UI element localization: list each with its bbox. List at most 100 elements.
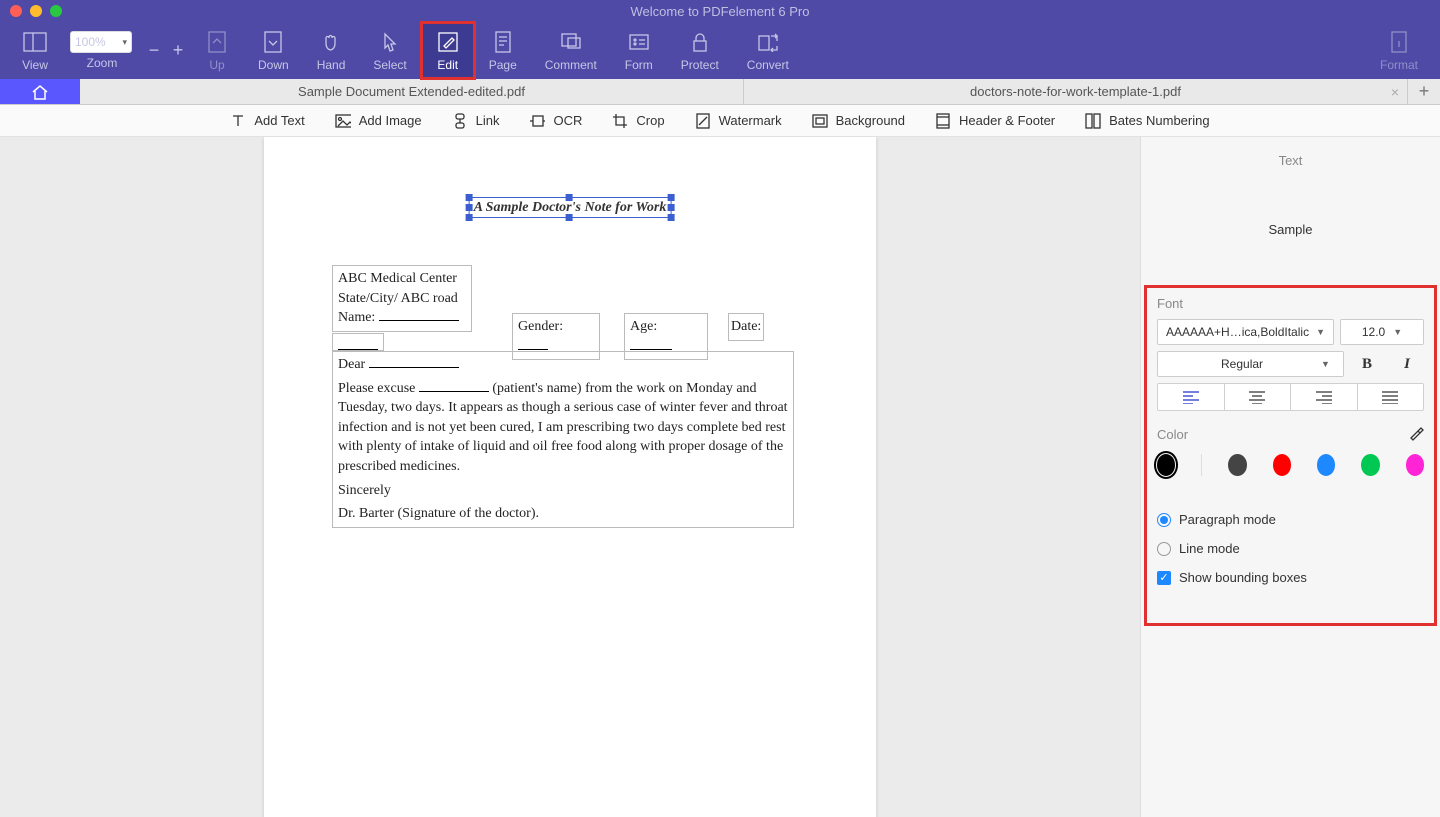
ocr-button[interactable]: OCR bbox=[529, 113, 582, 129]
chevron-down-icon bbox=[1249, 359, 1252, 369]
ocr-icon bbox=[529, 113, 545, 129]
zoom-out-button[interactable]: − bbox=[142, 40, 166, 61]
resize-handle[interactable] bbox=[466, 204, 473, 211]
font-section: Font AAAAAA+H…ica,BoldItalic ▼ 12.0 ▼ Re… bbox=[1144, 285, 1437, 626]
font-family-select[interactable]: AAAAAA+H…ica,BoldItalic ▼ bbox=[1157, 319, 1334, 345]
comment-button[interactable]: Comment bbox=[531, 22, 611, 79]
page-button[interactable]: Page bbox=[475, 22, 531, 79]
resize-handle[interactable] bbox=[667, 204, 674, 211]
bold-button[interactable]: B bbox=[1350, 351, 1384, 377]
color-swatch-blue[interactable] bbox=[1317, 454, 1335, 476]
text-block-body[interactable]: Dear Please excuse (patient's name) from… bbox=[332, 351, 794, 528]
info-icon bbox=[1386, 29, 1412, 55]
page-up-icon bbox=[204, 29, 230, 55]
color-swatch-grey[interactable] bbox=[1228, 454, 1246, 476]
hand-button[interactable]: Hand bbox=[303, 22, 360, 79]
italic-button[interactable]: I bbox=[1390, 351, 1424, 377]
font-weight-select[interactable]: Regular ▼ bbox=[1157, 351, 1344, 377]
color-label: Color bbox=[1157, 427, 1188, 442]
chevron-down-icon: ▾ bbox=[122, 37, 127, 48]
up-button[interactable]: Up bbox=[190, 22, 244, 79]
align-center-button[interactable] bbox=[1225, 384, 1292, 410]
convert-button[interactable]: Convert bbox=[733, 22, 803, 79]
edit-sub-toolbar: Add Text Add Image Link OCR Crop Waterma… bbox=[0, 105, 1440, 137]
form-icon bbox=[626, 29, 652, 55]
convert-icon bbox=[755, 29, 781, 55]
align-left-button[interactable] bbox=[1158, 384, 1225, 410]
lock-icon bbox=[687, 29, 713, 55]
crop-icon bbox=[612, 113, 628, 129]
resize-handle[interactable] bbox=[566, 214, 573, 221]
show-bboxes-checkbox[interactable]: ✓ Show bounding boxes bbox=[1157, 570, 1424, 585]
color-swatch-red[interactable] bbox=[1273, 454, 1291, 476]
view-button[interactable]: View bbox=[8, 22, 62, 79]
text-block-blank[interactable] bbox=[332, 333, 384, 351]
color-swatch-black[interactable] bbox=[1157, 454, 1175, 476]
font-size-select[interactable]: 12.0 ▼ bbox=[1340, 319, 1424, 345]
document-title: A Sample Doctor's Note for Work bbox=[474, 200, 667, 215]
tab-sample-document[interactable]: Sample Document Extended-edited.pdf bbox=[80, 79, 744, 104]
zoom-button[interactable]: 100% ▾ Zoom bbox=[62, 22, 142, 79]
home-icon bbox=[30, 83, 50, 101]
resize-handle[interactable] bbox=[466, 214, 473, 221]
background-button[interactable]: Background bbox=[812, 113, 905, 129]
hand-icon bbox=[318, 29, 344, 55]
workspace: A Sample Doctor's Note for Work ABC Medi… bbox=[0, 137, 1440, 817]
protect-button[interactable]: Protect bbox=[667, 22, 733, 79]
page-down-icon bbox=[260, 29, 286, 55]
paragraph-mode-radio[interactable]: Paragraph mode bbox=[1157, 512, 1424, 527]
text-block-header[interactable]: ABC Medical Center State/City/ ABC road … bbox=[332, 265, 472, 332]
zoom-in-button[interactable]: + bbox=[166, 40, 190, 61]
resize-handle[interactable] bbox=[667, 194, 674, 201]
chevron-down-icon: ▼ bbox=[1316, 327, 1325, 337]
watermark-icon bbox=[695, 113, 711, 129]
close-tab-icon[interactable]: × bbox=[1391, 84, 1399, 100]
eyedropper-icon[interactable] bbox=[1408, 425, 1424, 444]
form-button[interactable]: Form bbox=[611, 22, 667, 79]
chevron-down-icon: ▼ bbox=[1393, 327, 1402, 337]
document-canvas[interactable]: A Sample Doctor's Note for Work ABC Medi… bbox=[0, 137, 1140, 817]
select-button[interactable]: Select bbox=[359, 22, 420, 79]
edit-icon bbox=[435, 29, 461, 55]
link-button[interactable]: Link bbox=[452, 113, 500, 129]
main-toolbar: View 100% ▾ Zoom − + Up Down Hand Se bbox=[0, 22, 1440, 79]
add-image-button[interactable]: Add Image bbox=[335, 113, 422, 129]
comment-icon bbox=[558, 29, 584, 55]
zoom-select[interactable]: 100% ▾ bbox=[70, 31, 132, 53]
background-icon bbox=[812, 113, 828, 129]
header-footer-button[interactable]: Header & Footer bbox=[935, 113, 1055, 129]
watermark-button[interactable]: Watermark bbox=[695, 113, 782, 129]
titlebar: Welcome to PDFelement 6 Pro bbox=[0, 0, 1440, 22]
checkbox-icon: ✓ bbox=[1157, 571, 1171, 585]
format-panel: Text Sample Font AAAAAA+H…ica,BoldItalic… bbox=[1140, 137, 1440, 817]
panel-title: Text bbox=[1141, 153, 1440, 168]
bates-numbering-button[interactable]: Bates Numbering bbox=[1085, 113, 1209, 129]
crop-button[interactable]: Crop bbox=[612, 113, 664, 129]
resize-handle[interactable] bbox=[466, 194, 473, 201]
tab-doctors-note[interactable]: doctors-note-for-work-template-1.pdf × bbox=[744, 79, 1408, 104]
color-swatch-green[interactable] bbox=[1361, 454, 1379, 476]
align-right-button[interactable] bbox=[1291, 384, 1358, 410]
view-icon bbox=[22, 29, 48, 55]
link-icon bbox=[452, 113, 468, 129]
line-mode-radio[interactable]: Line mode bbox=[1157, 541, 1424, 556]
pdf-page[interactable]: A Sample Doctor's Note for Work ABC Medi… bbox=[264, 137, 876, 817]
text-icon bbox=[230, 113, 246, 129]
edit-button[interactable]: Edit bbox=[421, 22, 475, 79]
bates-icon bbox=[1085, 113, 1101, 129]
color-swatch-magenta[interactable] bbox=[1406, 454, 1424, 476]
selected-text-box[interactable]: A Sample Doctor's Note for Work bbox=[469, 197, 672, 218]
add-tab-button[interactable]: + bbox=[1408, 79, 1440, 104]
resize-handle[interactable] bbox=[566, 194, 573, 201]
text-block-date[interactable]: Date: bbox=[728, 313, 764, 341]
header-footer-icon bbox=[935, 113, 951, 129]
resize-handle[interactable] bbox=[667, 214, 674, 221]
font-label: Font bbox=[1157, 296, 1424, 311]
image-icon bbox=[335, 113, 351, 129]
align-justify-button[interactable] bbox=[1358, 384, 1424, 410]
format-button[interactable]: Format bbox=[1366, 22, 1432, 79]
add-text-button[interactable]: Add Text bbox=[230, 113, 304, 129]
color-swatches bbox=[1157, 454, 1424, 476]
home-tab[interactable] bbox=[0, 79, 80, 104]
down-button[interactable]: Down bbox=[244, 22, 303, 79]
